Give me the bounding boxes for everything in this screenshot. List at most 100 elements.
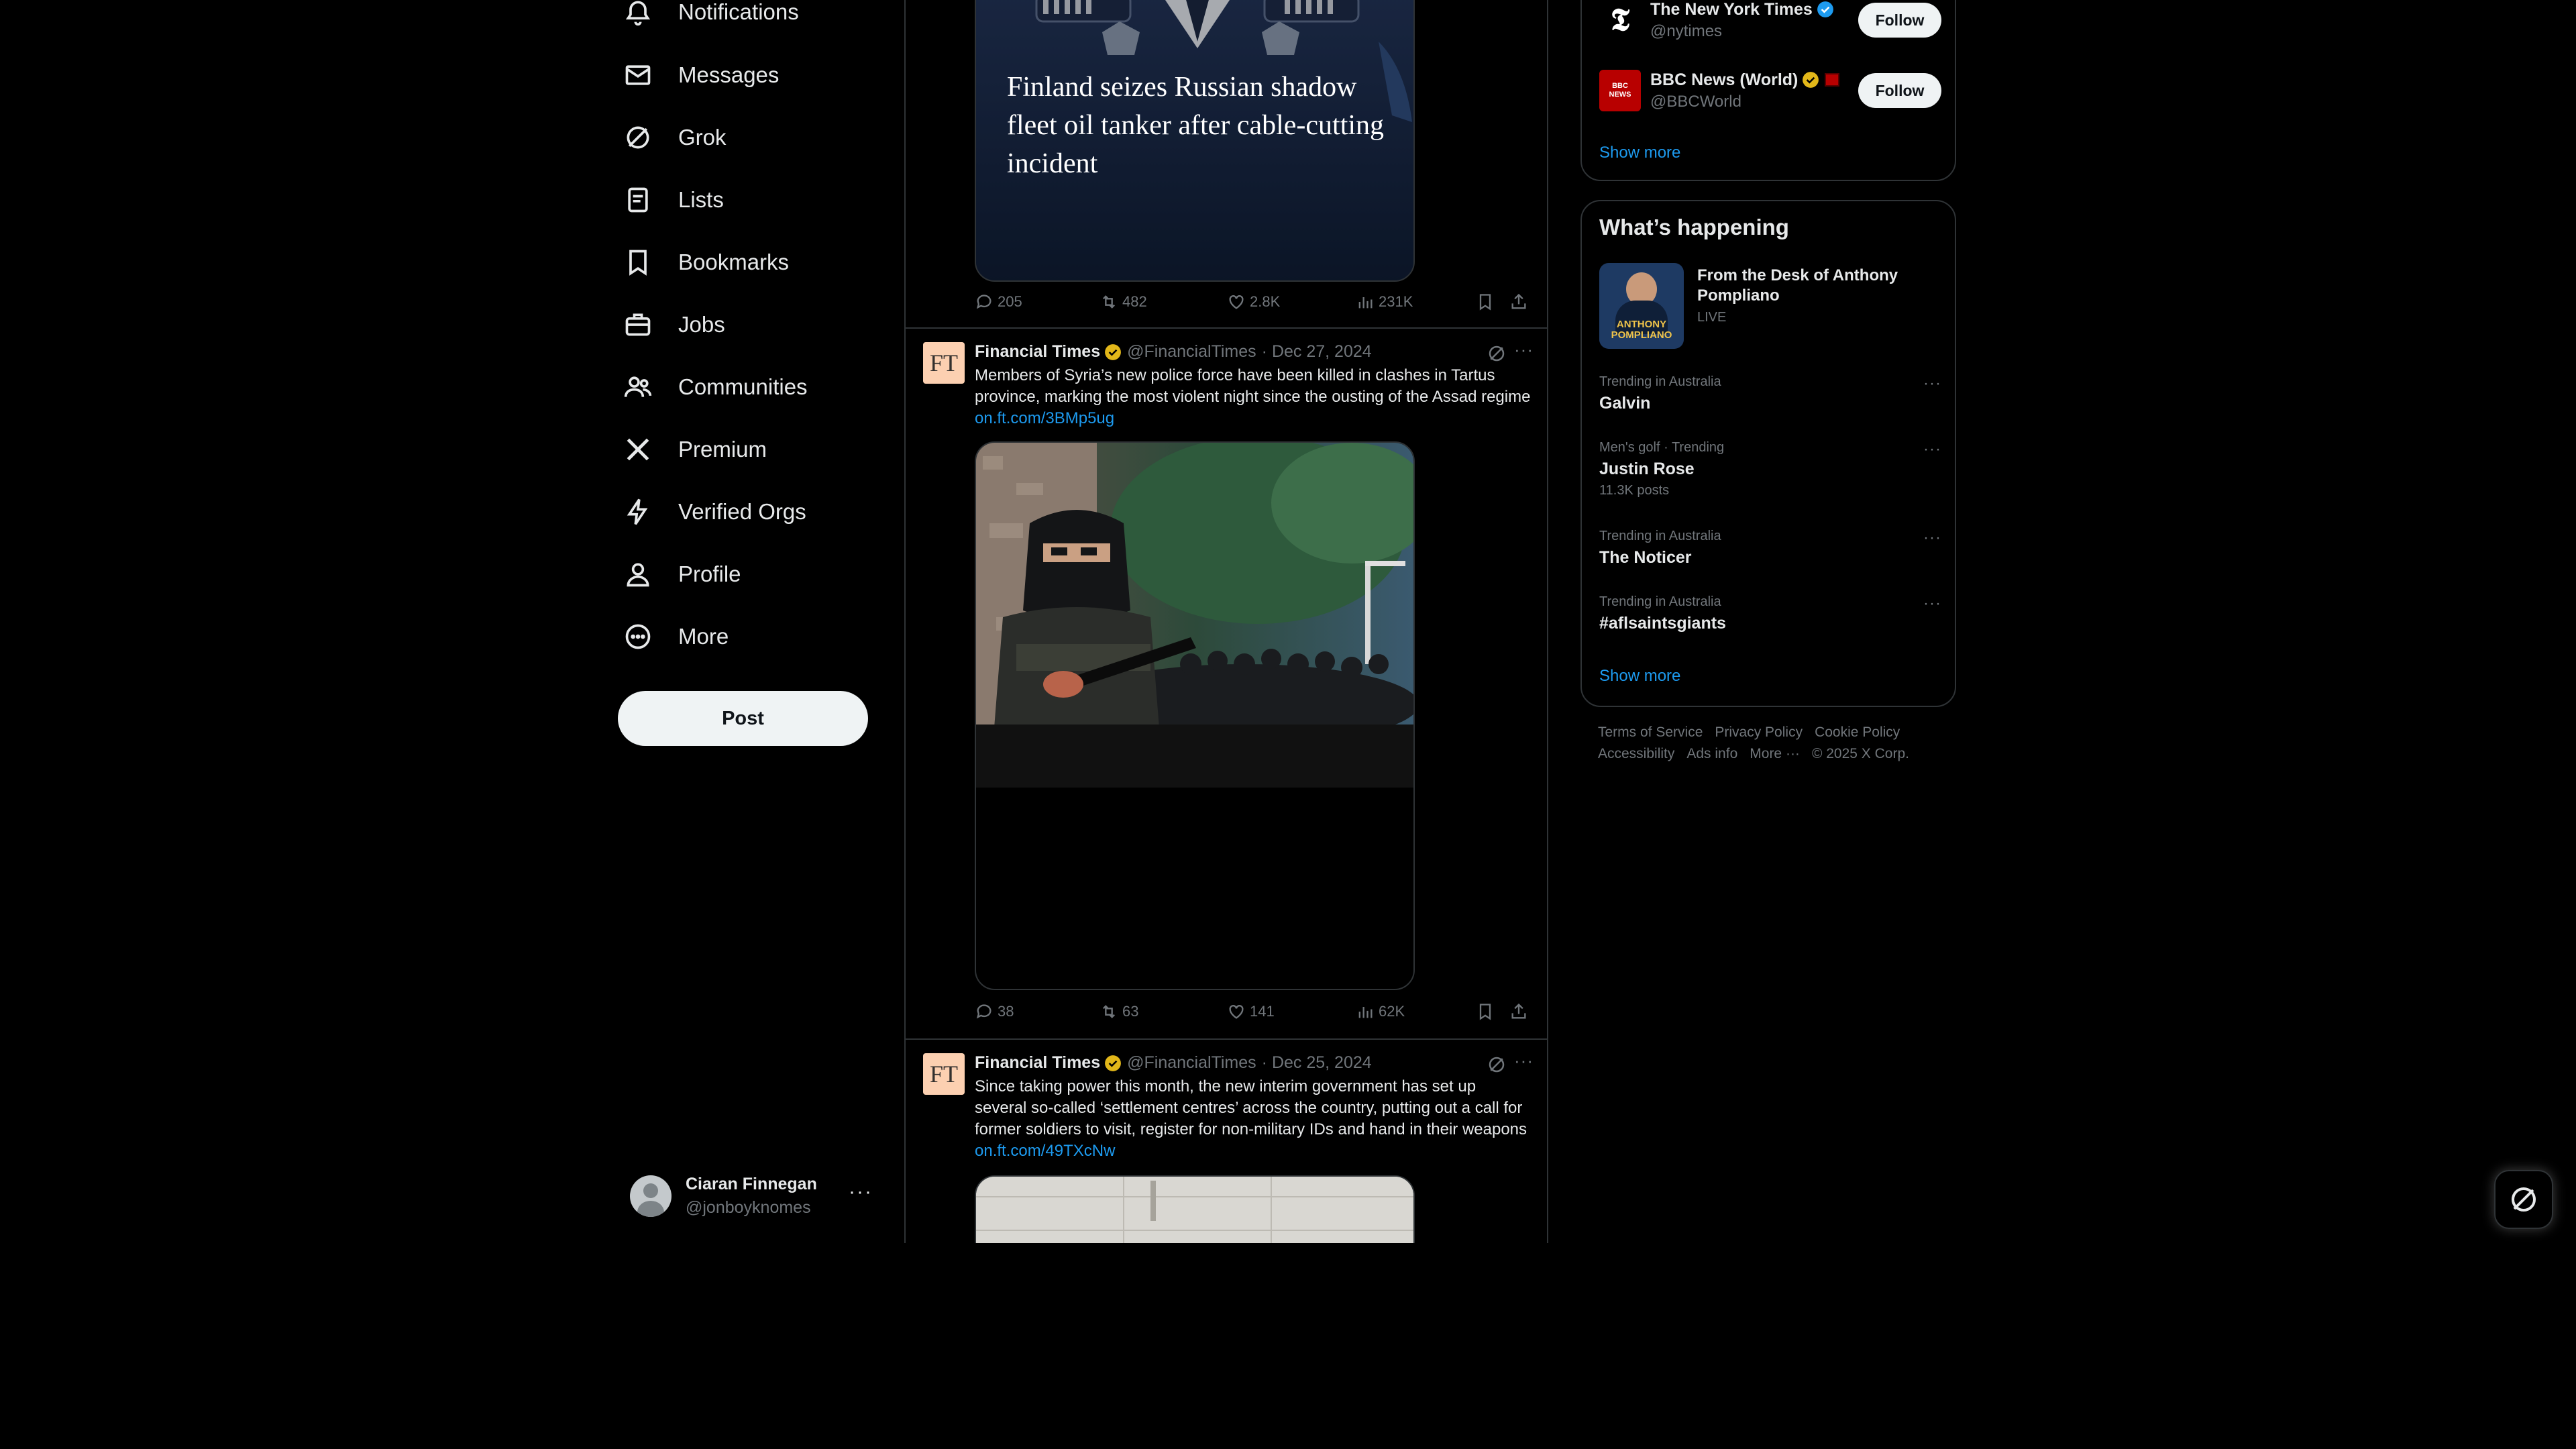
follow-suggestion[interactable]: BBC NEWS BBC News (World) @BBCWorld Foll… [1599,64,1941,117]
nav-item-lists[interactable]: Lists [617,173,724,227]
author-name[interactable]: Financial Times [975,342,1100,362]
footer-link-cookies[interactable]: Cookie Policy [1815,724,1900,740]
trend-item[interactable]: Trending in Australia The Noticer ··· [1599,529,1941,568]
show-more-link[interactable]: Show more [1599,667,1680,686]
nav-item-more[interactable]: More [617,610,729,663]
tweet[interactable]: FT Financial Times @FinancialTimes · Dec… [906,329,1547,1040]
grok-icon[interactable] [1487,1055,1507,1075]
tweet-date[interactable]: · Dec 25, 2024 [1262,1053,1372,1073]
repost-button[interactable]: 482 [1099,292,1147,311]
suggestion-handle: @nytimes [1650,21,1723,40]
more-icon[interactable]: ··· [1923,440,1941,459]
repost-count: 63 [1122,1003,1139,1020]
tweet-actions: 38 63 141 62K [975,1002,1532,1029]
views-button[interactable]: 231K [1356,292,1413,311]
like-button[interactable]: 141 [1227,1002,1275,1021]
trend-item[interactable]: Men's golf · Trending Justin Rose 11.3K … [1599,440,1941,498]
nav-item-verified-orgs[interactable]: Verified Orgs [617,485,806,539]
nav-item-bookmarks[interactable]: Bookmarks [617,235,789,289]
more-icon[interactable]: ··· [849,1181,873,1203]
author-name[interactable]: Financial Times [975,1053,1100,1073]
tweet[interactable]: FT Financial Times @FinancialTimes · Dec… [906,1040,1547,1243]
footer-link-more[interactable]: More ··· [1750,746,1800,761]
reply-count: 205 [998,293,1022,310]
grok-floating-button[interactable] [2494,1170,2553,1229]
ft-avatar[interactable]: FT [923,342,965,384]
reply-icon [976,1004,991,1019]
tweet-media-image[interactable] [975,441,1415,990]
trend-topic: The Noticer [1599,548,1692,567]
bookmark-button[interactable] [1476,292,1495,311]
account-handle: @jonboyknomes [686,1198,811,1217]
right-sidebar: 𝕿 The New York Times @nytimes Follow BBC… [1580,0,1956,1243]
more-icon[interactable]: ··· [1923,594,1941,613]
trend-context: Men's golf · Trending [1599,440,1725,455]
account-switcher[interactable]: Ciaran Finnegan @jonboyknomes ··· [618,1159,886,1233]
footer-link-privacy[interactable]: Privacy Policy [1715,724,1803,740]
tweet-link[interactable]: on.ft.com/49TXcNw [975,1142,1115,1160]
nav-item-premium[interactable]: Premium [617,423,767,476]
footer-link-terms[interactable]: Terms of Service [1598,724,1703,740]
reply-button[interactable]: 205 [975,292,1022,311]
view-count: 231K [1379,293,1413,310]
bbc-logo-icon: BBC NEWS [1599,70,1641,111]
nav-item-grok[interactable]: Grok [617,111,727,164]
follow-suggestion[interactable]: 𝕿 The New York Times @nytimes Follow [1599,0,1941,47]
nav-item-notifications[interactable]: Notifications [617,0,799,39]
more-icon[interactable]: ··· [1923,374,1941,393]
tweet-text: Members of Syria’s new police force have… [975,365,1532,429]
share-button[interactable] [1509,292,1528,311]
person-icon [617,553,659,595]
suggestion-handle: @BBCWorld [1650,92,1741,111]
trend-item[interactable]: Trending in Australia Galvin ··· [1599,374,1941,413]
footer-link-ads-info[interactable]: Ads info [1686,746,1737,761]
trend-context: Trending in Australia [1599,594,1721,609]
trend-item[interactable]: Trending in Australia #aflsaintsgiants ·… [1599,594,1941,633]
who-to-follow-card: 𝕿 The New York Times @nytimes Follow BBC… [1580,0,1956,181]
syria-police-image [976,443,1413,788]
show-more-link[interactable]: Show more [1599,144,1680,162]
tweet[interactable]: Finland seizes Russian shadow fleet oil … [906,0,1547,329]
verified-blue-icon [1817,1,1833,17]
share-button[interactable] [1509,1002,1528,1021]
nav-item-messages[interactable]: Messages [617,48,779,102]
repost-button[interactable]: 63 [1099,1002,1138,1021]
tweet-date[interactable]: · Dec 27, 2024 [1262,342,1372,362]
tweet-media-image[interactable] [975,1175,1415,1243]
trend-context: Trending in Australia [1599,374,1721,389]
verified-gold-icon [1105,1055,1122,1071]
nav-item-communities[interactable]: Communities [617,360,808,414]
nav-item-label: Bookmarks [678,250,790,274]
reply-button[interactable]: 38 [975,1002,1014,1021]
grok-icon[interactable] [1487,343,1507,364]
x-logo-icon [617,429,659,470]
like-button[interactable]: 2.8K [1227,292,1280,311]
author-handle[interactable]: @FinancialTimes [1127,342,1256,362]
follow-button[interactable]: Follow [1858,73,1941,108]
section-title: What’s happening [1599,215,1789,239]
bookmark-button[interactable] [1476,1002,1495,1021]
tweet-media-image[interactable]: Finland seizes Russian shadow fleet oil … [975,0,1415,282]
repost-icon [1103,1005,1115,1018]
tweet-header: Financial Times @FinancialTimes · Dec 27… [975,342,1372,362]
repost-icon [1103,295,1115,309]
trend-count: 11.3K posts [1599,483,1670,498]
views-button[interactable]: 62K [1356,1002,1405,1021]
more-icon[interactable]: ··· [1923,529,1941,547]
nav-item-profile[interactable]: Profile [617,547,741,601]
author-handle[interactable]: @FinancialTimes [1127,1053,1256,1073]
footer-link-accessibility[interactable]: Accessibility [1598,746,1674,761]
nav-item-jobs[interactable]: Jobs [617,298,725,352]
follow-button[interactable]: Follow [1858,3,1941,38]
more-icon[interactable]: ··· [1514,339,1534,360]
grok-icon [617,117,659,158]
tweet-link[interactable]: on.ft.com/3BMp5ug [975,409,1114,427]
ft-avatar[interactable]: FT [923,1053,965,1095]
more-icon[interactable]: ··· [1514,1051,1534,1071]
trend-topic: #aflsaintsgiants [1599,614,1726,633]
like-count: 2.8K [1250,293,1281,310]
post-button[interactable]: Post [618,691,868,746]
people-icon [617,366,659,408]
featured-live-event[interactable]: ANTHONY POMPLIANO From the Desk of Antho… [1599,263,1941,350]
nav-item-label: Notifications [678,0,799,24]
